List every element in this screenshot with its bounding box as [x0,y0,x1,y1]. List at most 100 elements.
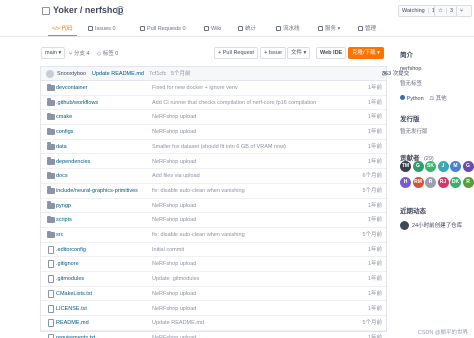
pull-request-button[interactable]: + Pull Request [214,47,258,59]
folder-row[interactable]: dependencies NeRFshop upload 1年前 [41,155,386,170]
file-name[interactable]: .github/workflows [56,96,98,110]
folder-row[interactable]: pyngp NeRFshop upload 1年前 [41,199,386,214]
folder-icon [47,98,55,106]
file-name[interactable]: .editorconfig [56,243,86,257]
file-name[interactable]: README.md [56,316,89,330]
folder-row[interactable]: docs Add files via upload 6个月前 [41,169,386,184]
file-commit-message[interactable]: NeRFshop upload [152,302,196,316]
file-commit-message[interactable]: NeRFshop upload [152,110,196,124]
contributor-avatar[interactable]: R [462,177,474,188]
file-name[interactable]: LICENSE.txt [56,302,87,316]
file-commit-message[interactable]: NeRFshop upload [152,287,196,301]
file-name[interactable]: dependencies [56,155,90,169]
file-row[interactable]: .gitignore NeRFshop upload 1年前 [41,257,386,273]
branches-link[interactable]: ⑂ 分支 4 [69,49,89,57]
tab-services[interactable]: 服务 ▾ [314,22,344,36]
folder-row[interactable]: .github/workflows Add CI runner that chec… [41,96,386,111]
file-row[interactable]: README.md Update README.md 5个月前 [41,316,386,331]
folder-row[interactable]: src fix: disable auto-clean when vanishin… [41,228,386,243]
file-name[interactable]: scripts [56,213,72,227]
tab-wiki[interactable]: Wiki [200,22,225,36]
issue-button[interactable]: + Issue [260,47,286,59]
commit-hash[interactable]: 7cf1cfc [149,67,166,81]
fork-button[interactable]: ⑂ [456,5,472,17]
file-name[interactable]: devcontainer [56,81,88,95]
file-commit-time: 1年前 [367,217,382,224]
contributor-avatar[interactable]: RM [412,177,424,188]
file-commit-message[interactable]: NeRFshop upload [152,199,196,213]
license-name[interactable]: 其他 [436,96,447,102]
folder-row[interactable]: cmake NeRFshop upload 1年前 [41,110,386,126]
file-commit-message[interactable]: NeRFshop upload [152,213,196,227]
contributor-avatar[interactable]: TM [400,161,411,172]
tab-pipeline[interactable]: 流水线 [272,22,304,36]
watching-button[interactable]: Watching1 [398,5,439,17]
file-commit-time: 1年前 [367,85,382,91]
repo-header: Yoker / nerfshop Watching1 ☆3 ⑂ [0,0,474,22]
file-name[interactable]: docs [56,169,68,183]
file-commit-message[interactable]: Smaller fox dataset (should fit into 6 G… [152,140,286,154]
file-commit-message[interactable]: Add files via upload [152,169,200,183]
commit-message[interactable]: Update README.md [92,67,144,81]
file-name[interactable]: cmake [56,110,72,124]
file-name[interactable]: requirements.txt [56,331,95,338]
file-commit-message[interactable]: fix: disable auto-clean when vanishing [152,228,245,242]
file-name[interactable]: data [56,140,67,154]
folder-row[interactable]: devcontainer Fixed for new docker + ignor… [41,81,386,96]
file-name[interactable]: pyngp [56,199,71,213]
file-row[interactable]: requirements.txt NeRFshop upload 1年前 [41,331,386,338]
file-row[interactable]: CMakeLists.txt NeRFshop upload 1年前 [41,287,386,302]
repo-title[interactable]: Yoker / nerfshop [53,5,123,15]
folder-icon [47,142,55,150]
tab-pull-requests-label: Pull Requests [147,26,181,32]
file-name[interactable]: CMakeLists.txt [56,287,92,301]
file-commit-message[interactable]: NeRFshop upload [152,155,196,169]
contributor-avatar[interactable]: J [437,161,449,172]
file-name[interactable]: .gitignore [56,257,79,271]
contributor-avatar[interactable]: G [412,161,424,172]
tab-issues[interactable]: Issues 0 [84,22,120,36]
tab-settings[interactable]: 管理 [354,22,380,36]
clone-button[interactable]: 克隆/下载 ▾ [348,47,384,59]
folder-row[interactable]: scripts NeRFshop upload 1年前 [41,213,386,228]
file-name[interactable]: include/neural-graphics-primitives [56,184,138,198]
tab-pull-requests[interactable]: Pull Requests 0 [136,22,190,36]
file-commit-message[interactable]: NeRFshop upload [152,331,196,338]
contributor-avatar[interactable]: M [450,161,461,172]
file-commit-message[interactable]: NeRFshop upload [152,125,196,139]
contributor-avatar[interactable]: DK [450,177,461,188]
star-button[interactable]: ☆ 3 [434,5,457,17]
folder-row[interactable]: include/neural-graphics-primitives fix: d… [41,184,386,199]
file-name[interactable]: .gitmodules [56,272,84,286]
file-name[interactable]: configs [56,125,73,139]
commit-author[interactable]: Snooxtyboo [57,67,86,81]
file-commit-message[interactable]: Fixed for new docker + ignore venv [152,81,238,95]
contributor-avatar[interactable]: R [425,177,436,188]
folder-row[interactable]: configs NeRFshop upload 1年前 [41,125,386,140]
file-commit-message[interactable]: Initial commit [152,243,184,257]
file-commit-message[interactable]: NeRFshop upload [152,257,196,271]
sync-icon[interactable] [116,6,125,15]
file-commit-message[interactable]: Update README.md [152,316,204,330]
web-ide-button[interactable]: Web IDE [316,47,347,59]
file-button[interactable]: 文件 ▾ [287,47,311,59]
issue-icon [88,25,93,31]
activity-title: 近期动态 [400,208,426,215]
tags-link[interactable]: ◇ 标签 0 [97,49,118,57]
file-commit-message[interactable]: Update .gitmodules [152,272,199,286]
file-row[interactable]: .editorconfig Initial commit 1年前 [41,243,386,258]
tab-stats[interactable]: 统计 [234,22,260,36]
contributor-avatar[interactable]: H [400,177,411,188]
branch-select[interactable]: main ▾ [41,47,66,59]
file-commit-message[interactable]: Add CI runner that checks compilation of… [152,96,316,110]
contributor-avatar[interactable]: RJ [437,177,449,188]
file-row[interactable]: .gitmodules Update .gitmodules 1年前 [41,272,386,287]
contributor-avatar[interactable]: G [462,161,474,172]
contributor-avatar[interactable]: SK [425,161,436,172]
file-commit-message[interactable]: fix: disable auto-clean when vanishing [152,184,245,198]
tab-code[interactable]: </> 代码 [48,22,77,36]
avatar [46,70,54,78]
file-name[interactable]: src [56,228,63,242]
folder-row[interactable]: data Smaller fox dataset (should fit into… [41,140,386,155]
file-row[interactable]: LICENSE.txt NeRFshop upload 1年前 [41,302,386,317]
